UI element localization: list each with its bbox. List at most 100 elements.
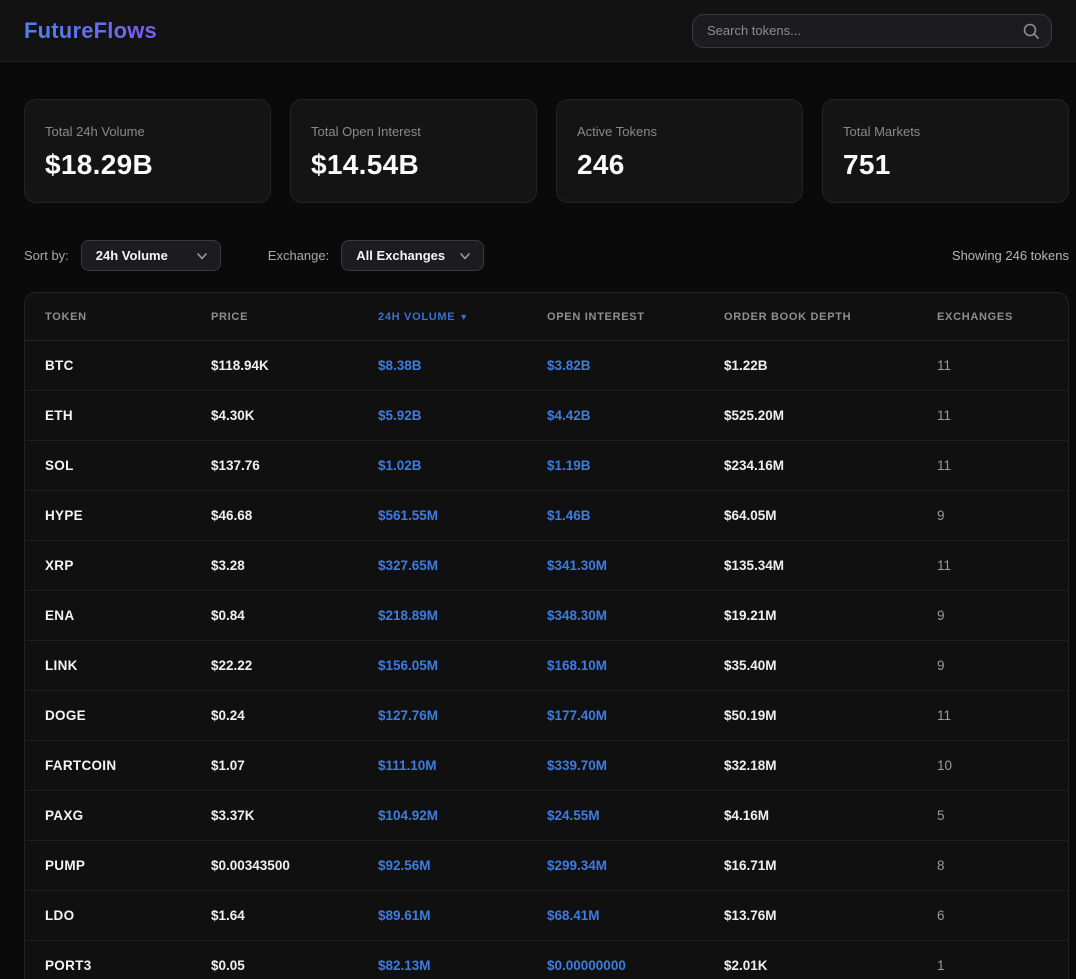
token-24h-volume: $89.61M [378,908,547,923]
token-order-book-depth: $4.16M [724,808,937,823]
token-24h-volume: $82.13M [378,958,547,973]
table-row[interactable]: HYPE$46.68$561.55M$1.46B$64.05M9 [25,491,1068,541]
token-price: $0.00343500 [211,858,378,873]
stat-card-active-tokens: Active Tokens 246 [556,99,803,203]
stat-label: Active Tokens [577,124,782,139]
token-symbol: ETH [45,408,211,423]
search-container [692,14,1052,48]
token-order-book-depth: $16.71M [724,858,937,873]
table-row[interactable]: ENA$0.84$218.89M$348.30M$19.21M9 [25,591,1068,641]
exchange-label: Exchange: [268,248,329,263]
token-exchange-count: 6 [937,908,1048,923]
token-symbol: PAXG [45,808,211,823]
token-order-book-depth: $234.16M [724,458,937,473]
token-price: $1.64 [211,908,378,923]
token-price: $46.68 [211,508,378,523]
token-exchange-count: 8 [937,858,1048,873]
token-symbol: DOGE [45,708,211,723]
token-exchange-count: 5 [937,808,1048,823]
token-open-interest: $1.19B [547,458,724,473]
table-row[interactable]: XRP$3.28$327.65M$341.30M$135.34M11 [25,541,1068,591]
stat-card-total-markets: Total Markets 751 [822,99,1069,203]
table-row[interactable]: LDO$1.64$89.61M$68.41M$13.76M6 [25,891,1068,941]
token-24h-volume: $127.76M [378,708,547,723]
stat-label: Total Open Interest [311,124,516,139]
table-row[interactable]: PAXG$3.37K$104.92M$24.55M$4.16M5 [25,791,1068,841]
token-24h-volume: $327.65M [378,558,547,573]
sort-descending-icon: ▼ [459,312,469,322]
token-open-interest: $168.10M [547,658,724,673]
token-exchange-count: 9 [937,608,1048,623]
token-order-book-depth: $135.34M [724,558,937,573]
token-price: $137.76 [211,458,378,473]
token-order-book-depth: $1.22B [724,358,937,373]
token-exchange-count: 9 [937,508,1048,523]
token-order-book-depth: $19.21M [724,608,937,623]
token-open-interest: $68.41M [547,908,724,923]
token-exchange-count: 11 [937,408,1048,423]
token-price: $22.22 [211,658,378,673]
token-price: $118.94K [211,358,378,373]
token-open-interest: $177.40M [547,708,724,723]
token-exchange-count: 11 [937,708,1048,723]
token-symbol: ENA [45,608,211,623]
token-price: $3.28 [211,558,378,573]
table-row[interactable]: PORT3$0.05$82.13M$0.00000000$2.01K1 [25,941,1068,979]
token-open-interest: $0.00000000 [547,958,724,973]
exchange-dropdown-value: All Exchanges [356,248,445,263]
table-row[interactable]: SOL$137.76$1.02B$1.19B$234.16M11 [25,441,1068,491]
table-row[interactable]: PUMP$0.00343500$92.56M$299.34M$16.71M8 [25,841,1068,891]
token-24h-volume: $156.05M [378,658,547,673]
token-symbol: HYPE [45,508,211,523]
token-exchange-count: 1 [937,958,1048,973]
token-price: $3.37K [211,808,378,823]
stat-card-total-open-interest: Total Open Interest $14.54B [290,99,537,203]
table-row[interactable]: ETH$4.30K$5.92B$4.42B$525.20M11 [25,391,1068,441]
sort-dropdown[interactable]: 24h Volume [81,240,221,271]
token-24h-volume: $8.38B [378,358,547,373]
chevron-down-icon [196,250,208,262]
token-exchange-count: 11 [937,558,1048,573]
sort-by-label: Sort by: [24,248,69,263]
token-order-book-depth: $35.40M [724,658,937,673]
token-open-interest: $348.30M [547,608,724,623]
column-header-exchanges[interactable]: EXCHANGES [937,311,1048,323]
top-bar: FutureFlows [0,0,1076,62]
token-symbol: LDO [45,908,211,923]
token-symbol: PORT3 [45,958,211,973]
sort-dropdown-value: 24h Volume [96,248,168,263]
column-header-order-book-depth[interactable]: ORDER BOOK DEPTH [724,311,937,323]
stat-label: Total 24h Volume [45,124,250,139]
token-price: $1.07 [211,758,378,773]
exchange-dropdown[interactable]: All Exchanges [341,240,484,271]
table-row[interactable]: FARTCOIN$1.07$111.10M$339.70M$32.18M10 [25,741,1068,791]
controls-row: Sort by: 24h Volume Exchange: All Exchan… [0,203,1076,271]
column-header-24h-volume[interactable]: 24H VOLUME▼ [378,311,547,323]
token-open-interest: $299.34M [547,858,724,873]
table-row[interactable]: BTC$118.94K$8.38B$3.82B$1.22B11 [25,341,1068,391]
token-24h-volume: $92.56M [378,858,547,873]
column-header-token[interactable]: TOKEN [45,311,211,323]
token-open-interest: $3.82B [547,358,724,373]
column-header-open-interest[interactable]: OPEN INTEREST [547,311,724,323]
table-row[interactable]: LINK$22.22$156.05M$168.10M$35.40M9 [25,641,1068,691]
token-open-interest: $4.42B [547,408,724,423]
token-order-book-depth: $50.19M [724,708,937,723]
token-24h-volume: $561.55M [378,508,547,523]
token-exchange-count: 9 [937,658,1048,673]
column-header-price[interactable]: PRICE [211,311,378,323]
token-price: $4.30K [211,408,378,423]
token-price: $0.05 [211,958,378,973]
token-exchange-count: 11 [937,458,1048,473]
token-symbol: LINK [45,658,211,673]
stat-label: Total Markets [843,124,1048,139]
search-input[interactable] [692,14,1052,48]
token-table: TOKENPRICE24H VOLUME▼OPEN INTERESTORDER … [24,292,1069,979]
chevron-down-icon [459,250,471,262]
token-exchange-count: 10 [937,758,1048,773]
token-open-interest: $24.55M [547,808,724,823]
token-open-interest: $341.30M [547,558,724,573]
token-price: $0.24 [211,708,378,723]
table-row[interactable]: DOGE$0.24$127.76M$177.40M$50.19M11 [25,691,1068,741]
token-symbol: FARTCOIN [45,758,211,773]
